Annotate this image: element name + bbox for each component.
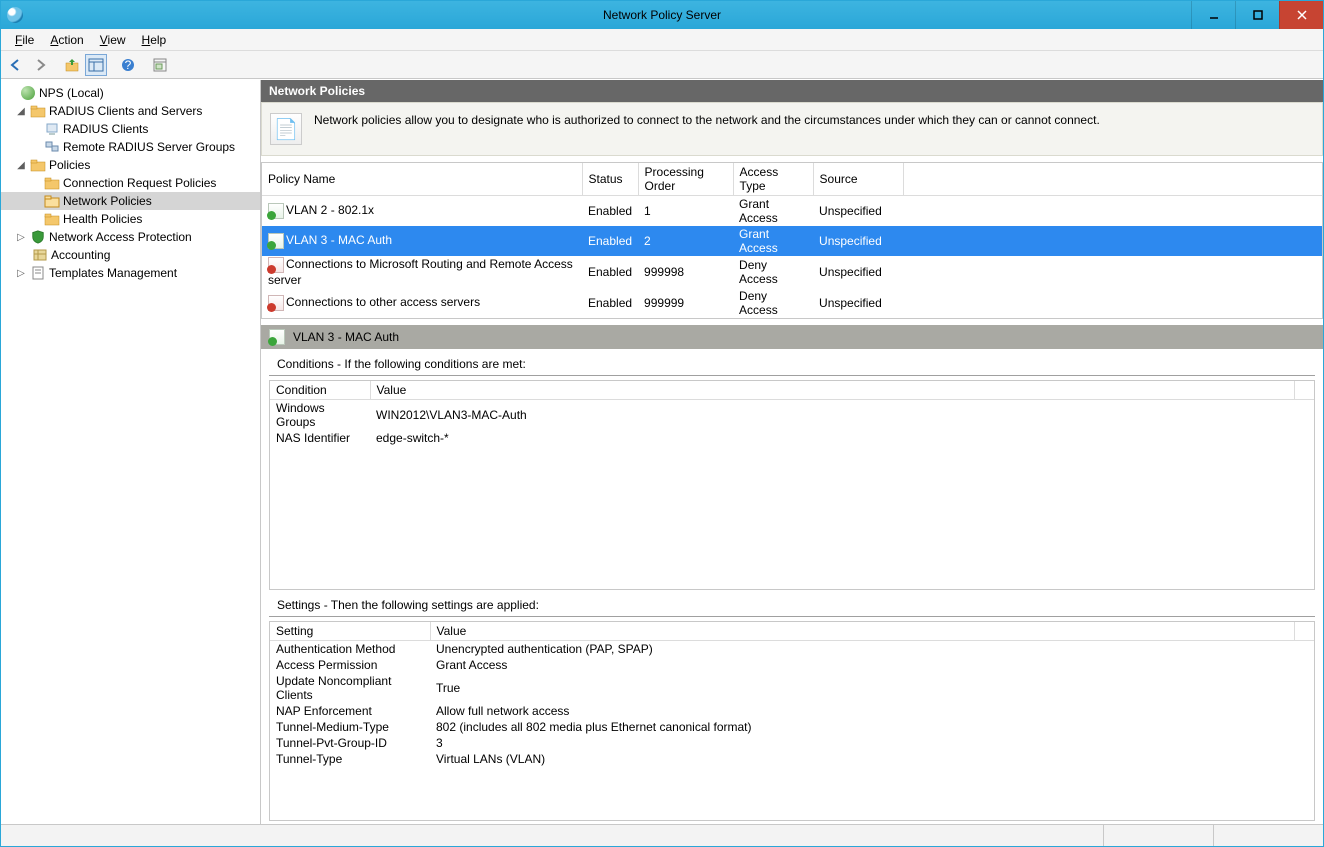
detail-band-label: VLAN 3 - MAC Auth — [293, 330, 399, 344]
menubar: File Action View Help — [1, 29, 1323, 51]
col-source[interactable]: Source — [813, 163, 903, 196]
forward-button[interactable] — [29, 54, 51, 76]
setting-row[interactable]: NAP EnforcementAllow full network access — [270, 703, 1314, 719]
main-header: Network Policies — [261, 80, 1323, 102]
app-icon — [7, 7, 23, 23]
tree-network-policies[interactable]: Network Policies — [1, 192, 260, 210]
policy-row[interactable]: Connections to Microsoft Routing and Rem… — [262, 256, 1322, 288]
policy-table[interactable]: Policy Name Status Processing Order Acce… — [261, 162, 1323, 319]
tree-policies[interactable]: ◢ Policies — [1, 156, 260, 174]
setting-row[interactable]: Tunnel-TypeVirtual LANs (VLAN) — [270, 751, 1314, 767]
titlebar: Network Policy Server — [1, 1, 1323, 29]
back-button[interactable] — [5, 54, 27, 76]
setting-row[interactable]: Tunnel-Medium-Type802 (includes all 802 … — [270, 719, 1314, 735]
col-cond-value[interactable]: Value — [370, 381, 1294, 400]
col-status[interactable]: Status — [582, 163, 638, 196]
toolbar: ? — [1, 51, 1323, 79]
setting-row[interactable]: Tunnel-Pvt-Group-ID3 — [270, 735, 1314, 751]
col-setting[interactable]: Setting — [270, 622, 430, 641]
policy-row[interactable]: Connections to other access serversEnabl… — [262, 288, 1322, 318]
navigation-tree[interactable]: NPS (Local) ◢ RADIUS Clients and Servers… — [1, 80, 261, 824]
tree-accounting[interactable]: Accounting — [1, 246, 260, 264]
maximize-button[interactable] — [1235, 1, 1279, 29]
properties-button[interactable] — [149, 54, 171, 76]
menu-view[interactable]: View — [92, 31, 134, 49]
tree-connection-request-policies[interactable]: Connection Request Policies — [1, 174, 260, 192]
detail-band: VLAN 3 - MAC Auth — [261, 325, 1323, 349]
policy-row[interactable]: VLAN 3 - MAC AuthEnabled2Grant AccessUns… — [262, 226, 1322, 256]
menu-help[interactable]: Help — [134, 31, 175, 49]
window-title: Network Policy Server — [1, 8, 1323, 22]
settings-label: Settings - Then the following settings a… — [269, 590, 1315, 617]
grant-icon — [268, 203, 284, 219]
setting-row[interactable]: Update Noncompliant ClientsTrue — [270, 673, 1314, 703]
condition-row[interactable]: NAS Identifieredge-switch-* — [270, 430, 1314, 446]
show-hide-pane-button[interactable] — [85, 54, 107, 76]
col-policy-name[interactable]: Policy Name — [262, 163, 582, 196]
conditions-table[interactable]: Condition Value Windows GroupsWIN2012\VL… — [269, 380, 1315, 590]
deny-icon — [268, 257, 284, 273]
col-order[interactable]: Processing Order — [638, 163, 733, 196]
menu-action[interactable]: Action — [42, 31, 91, 49]
tree-nps-root[interactable]: NPS (Local) — [1, 84, 260, 102]
minimize-button[interactable] — [1191, 1, 1235, 29]
tree-remote-radius-groups[interactable]: Remote RADIUS Server Groups — [1, 138, 260, 156]
svg-text:?: ? — [125, 58, 132, 72]
setting-row[interactable]: Authentication MethodUnencrypted authent… — [270, 641, 1314, 658]
menu-file[interactable]: File — [7, 31, 42, 49]
settings-table[interactable]: Setting Value Authentication MethodUnenc… — [269, 621, 1315, 821]
tree-radius-clients[interactable]: RADIUS Clients — [1, 120, 260, 138]
app-window: Network Policy Server File Action View H… — [0, 0, 1324, 847]
tree-radius-clients-servers[interactable]: ◢ RADIUS Clients and Servers — [1, 102, 260, 120]
help-button[interactable]: ? — [117, 54, 139, 76]
status-bar — [1, 824, 1323, 846]
main-panel: Network Policies 📄 Network policies allo… — [261, 80, 1323, 824]
condition-row[interactable]: Windows GroupsWIN2012\VLAN3-MAC-Auth — [270, 400, 1314, 431]
policy-row[interactable]: VLAN 2 - 802.1xEnabled1Grant AccessUnspe… — [262, 196, 1322, 227]
col-set-value[interactable]: Value — [430, 622, 1294, 641]
policy-intro-icon: 📄 — [270, 113, 302, 145]
tree-templates-management[interactable]: ▷ Templates Management — [1, 264, 260, 282]
tree-network-access-protection[interactable]: ▷ Network Access Protection — [1, 228, 260, 246]
col-access[interactable]: Access Type — [733, 163, 813, 196]
up-button[interactable] — [61, 54, 83, 76]
col-condition[interactable]: Condition — [270, 381, 370, 400]
conditions-label: Conditions - If the following conditions… — [269, 349, 1315, 376]
intro-text: Network policies allow you to designate … — [314, 113, 1100, 127]
grant-icon — [268, 233, 284, 249]
close-button[interactable] — [1279, 1, 1323, 29]
setting-row[interactable]: Access PermissionGrant Access — [270, 657, 1314, 673]
deny-icon — [268, 295, 284, 311]
intro-box: 📄 Network policies allow you to designat… — [261, 102, 1323, 156]
tree-health-policies[interactable]: Health Policies — [1, 210, 260, 228]
